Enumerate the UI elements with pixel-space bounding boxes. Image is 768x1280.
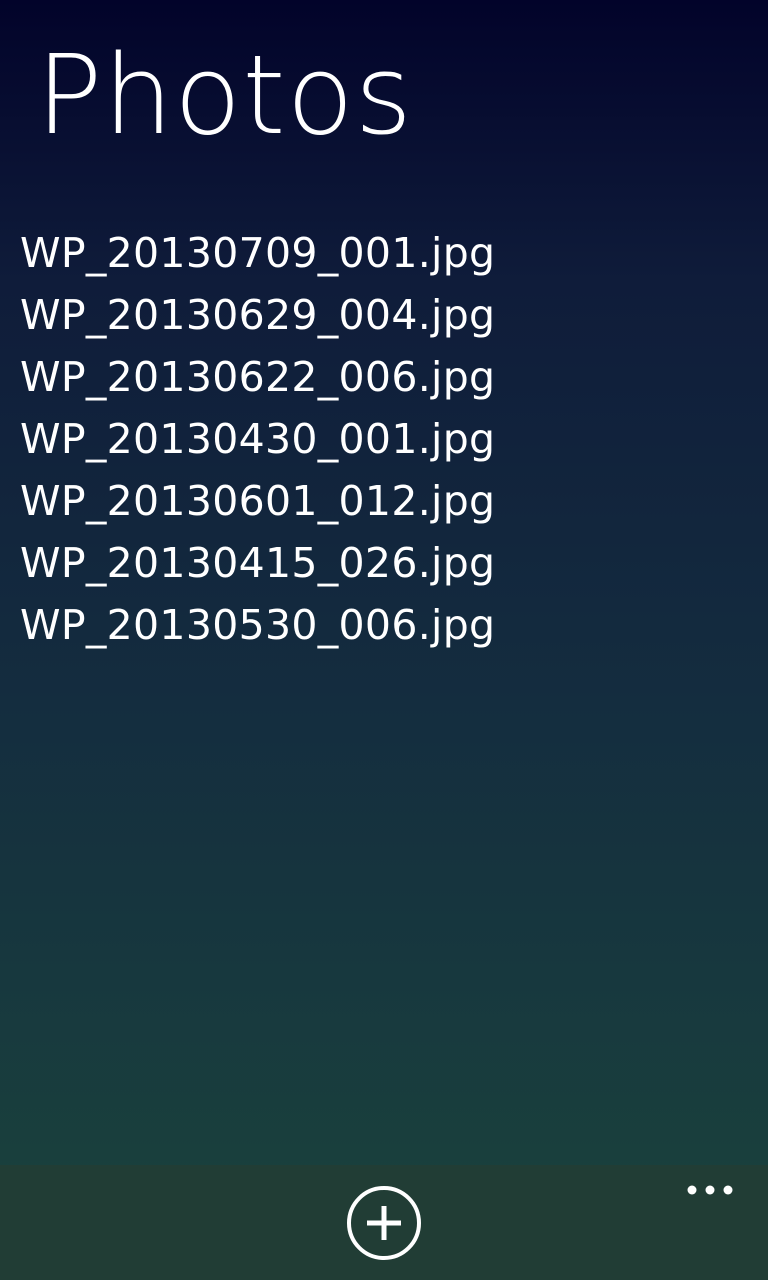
- page-title: Photos: [36, 31, 414, 159]
- file-item[interactable]: WP_20130415_026.jpg: [20, 532, 495, 594]
- file-item[interactable]: WP_20130709_001.jpg: [20, 222, 495, 284]
- file-item[interactable]: WP_20130629_004.jpg: [20, 284, 495, 346]
- file-item[interactable]: WP_20130430_001.jpg: [20, 408, 495, 470]
- file-list: WP_20130709_001.jpg WP_20130629_004.jpg …: [20, 222, 495, 656]
- add-button[interactable]: [346, 1185, 422, 1261]
- file-item[interactable]: WP_20130530_006.jpg: [20, 594, 495, 656]
- application-bar: [0, 1165, 768, 1280]
- file-item[interactable]: WP_20130601_012.jpg: [20, 470, 495, 532]
- ellipsis-icon: [687, 1185, 733, 1195]
- more-options-button[interactable]: [682, 1177, 738, 1203]
- file-item[interactable]: WP_20130622_006.jpg: [20, 346, 495, 408]
- add-circle-icon: [347, 1186, 421, 1260]
